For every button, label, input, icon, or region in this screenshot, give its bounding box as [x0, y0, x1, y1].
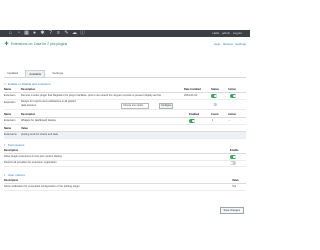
tab-settings[interactable]: Settings	[49, 70, 66, 77]
row-date: 2019-01-01	[184, 94, 198, 97]
row-name: Extension	[4, 119, 16, 122]
row-value: plotting tools for charts and data	[21, 133, 58, 136]
col-status: Status	[211, 88, 219, 91]
main-content: ✚ Extensions on: Data for 2 plot plugins…	[0, 37, 250, 220]
save-button[interactable]: Save changes	[219, 207, 244, 214]
user-icon[interactable]: ●	[32, 31, 37, 36]
row-description: Restrict all providers for extension reg…	[4, 161, 57, 164]
row-description: Show notification for successful configu…	[4, 185, 80, 188]
section-title: Permissions	[8, 143, 25, 147]
section-header: ▪ Permissions	[4, 143, 246, 148]
row-value: Yes	[232, 185, 237, 188]
col-date: Date Installed	[184, 88, 201, 91]
col-action: Action	[228, 113, 237, 116]
configure-button[interactable]: Configure	[159, 102, 174, 109]
table-row[interactable]: Extension Remote monitor plugin that Reg…	[4, 93, 246, 100]
enable-toggle[interactable]	[230, 161, 236, 165]
tab-installed[interactable]: Installed	[4, 70, 21, 77]
cloud-icon[interactable]: ☁	[72, 31, 77, 36]
tab-divider	[4, 77, 246, 78]
table-row[interactable]: Extension Recipe for reports and notific…	[4, 100, 246, 110]
enable-toggle[interactable]	[230, 155, 236, 159]
row-description: Recipe for reports and notifications in …	[21, 100, 76, 107]
col-count: Count	[211, 113, 219, 116]
grid-icon[interactable]: ▦	[24, 31, 29, 36]
top-navigation-bar: ⌂ ◔ ▦ ● ✱ ? ≡ ✎ ☁ ⓘ Hello · admin · Logo…	[0, 30, 250, 37]
list-icon[interactable]: ≡	[56, 31, 61, 36]
gear-icon[interactable]: ✱	[40, 31, 45, 36]
col-description: Description	[4, 179, 19, 182]
info-icon[interactable]: ⓘ	[80, 31, 85, 36]
col-action: Action	[228, 88, 237, 91]
table-row[interactable]: Show notification for successful configu…	[4, 184, 246, 191]
row-description: Remote monitor plugin that Registers the…	[21, 94, 161, 97]
row-name: Extensions	[4, 133, 17, 136]
home-icon[interactable]: ⌂	[8, 31, 13, 36]
status-toggle[interactable]	[211, 103, 217, 107]
section-header: ▪ User options	[4, 173, 246, 178]
row-description: Widgets for dashboard display	[21, 119, 56, 122]
page-title: Extensions on: Data for 2 plot plugins	[11, 42, 68, 46]
col-name: Name	[4, 88, 12, 91]
tab-available[interactable]: Available	[25, 70, 46, 77]
user-menu[interactable]: Hello · admin · Logout	[212, 31, 242, 36]
section-title: Enable or disable plot extension	[8, 82, 51, 86]
section-title: User options	[8, 173, 25, 177]
page-header: ✚ Extensions on: Data for 2 plot plugins…	[4, 41, 246, 49]
col-value: Value	[232, 179, 239, 182]
col-description: Description	[4, 149, 19, 152]
col-enabled: Enabled	[189, 113, 200, 116]
table-row[interactable]: Extension Widgets for dashboard display …	[4, 118, 246, 125]
action-toggle[interactable]	[230, 94, 236, 98]
section-header: ✓Enable or disable plot extension	[4, 82, 246, 87]
row-name: Extension	[4, 94, 16, 97]
help-link[interactable]: Help · Reload · Settings	[214, 42, 246, 46]
col-description: Description	[21, 113, 36, 116]
tab-bar: Installed Available Settings	[4, 70, 66, 77]
help-icon[interactable]: ?	[48, 31, 53, 36]
topbar-icons: ⌂ ◔ ▦ ● ✱ ? ≡ ✎ ☁ ⓘ	[8, 31, 85, 36]
row-count: 0	[212, 119, 214, 122]
bell-icon[interactable]: ◔	[16, 31, 21, 36]
col-name: Name	[4, 127, 12, 130]
status-toggle[interactable]	[211, 94, 217, 98]
more-icon[interactable]: ⋯	[228, 118, 231, 124]
option-select[interactable]: Choose one option	[121, 102, 149, 109]
table-row[interactable]: Extensions plotting tools for charts and…	[4, 132, 246, 139]
col-name: Name	[4, 113, 12, 116]
col-value: Value	[21, 127, 28, 130]
enabled-toggle[interactable]	[189, 119, 195, 123]
table-row[interactable]: Restrict all providers for extension reg…	[4, 160, 246, 167]
col-description: Description	[21, 88, 36, 91]
col-enable: Enable	[230, 149, 239, 152]
row-name: Extension	[4, 101, 16, 104]
puzzle-icon: ✚	[4, 41, 9, 47]
pencil-icon[interactable]: ✎	[64, 31, 69, 36]
